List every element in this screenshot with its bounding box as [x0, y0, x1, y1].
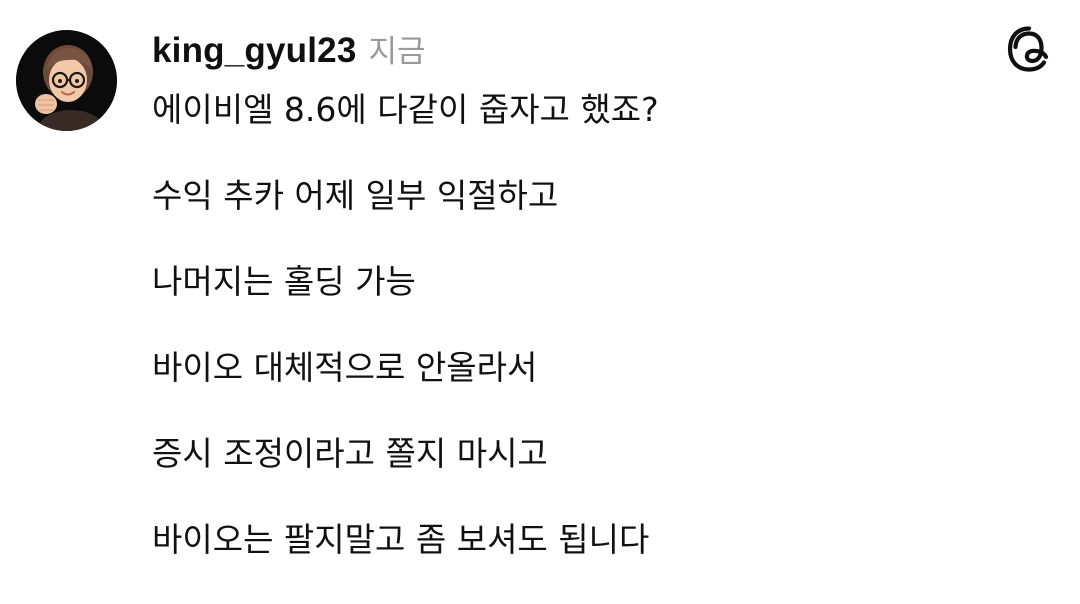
post-body: 에이비엘 8.6에 다같이 줍자고 했죠? 수익 추카 어제 일부 익절하고 나… [152, 88, 1032, 604]
threads-logo-icon[interactable] [1006, 25, 1052, 73]
avatar[interactable] [16, 30, 117, 131]
username[interactable]: king_gyul23 [152, 31, 357, 71]
timestamp: 지금 [368, 34, 426, 70]
memoji-avatar-icon [16, 30, 117, 131]
post-header: king_gyul23 지금 [152, 26, 426, 70]
post-text-line: 증시 조정이라고 쫄지 마시고 [152, 434, 548, 473]
post-text-line: 바이오 대체적으로 안올라서 [152, 348, 538, 387]
post-text-line: 수익 추카 어제 일부 익절하고 [152, 176, 559, 215]
post-text-line: 나머지는 홀딩 가능 [152, 262, 416, 301]
post-text-line: 바이오는 팔지말고 좀 보셔도 됩니다 [152, 520, 650, 559]
threads-post: king_gyul23 지금 에이비엘 8.6에 다같이 줍자고 했죠? 수익 … [0, 0, 1080, 566]
post-text-line: 에이비엘 8.6에 다같이 줍자고 했죠? [152, 90, 659, 129]
